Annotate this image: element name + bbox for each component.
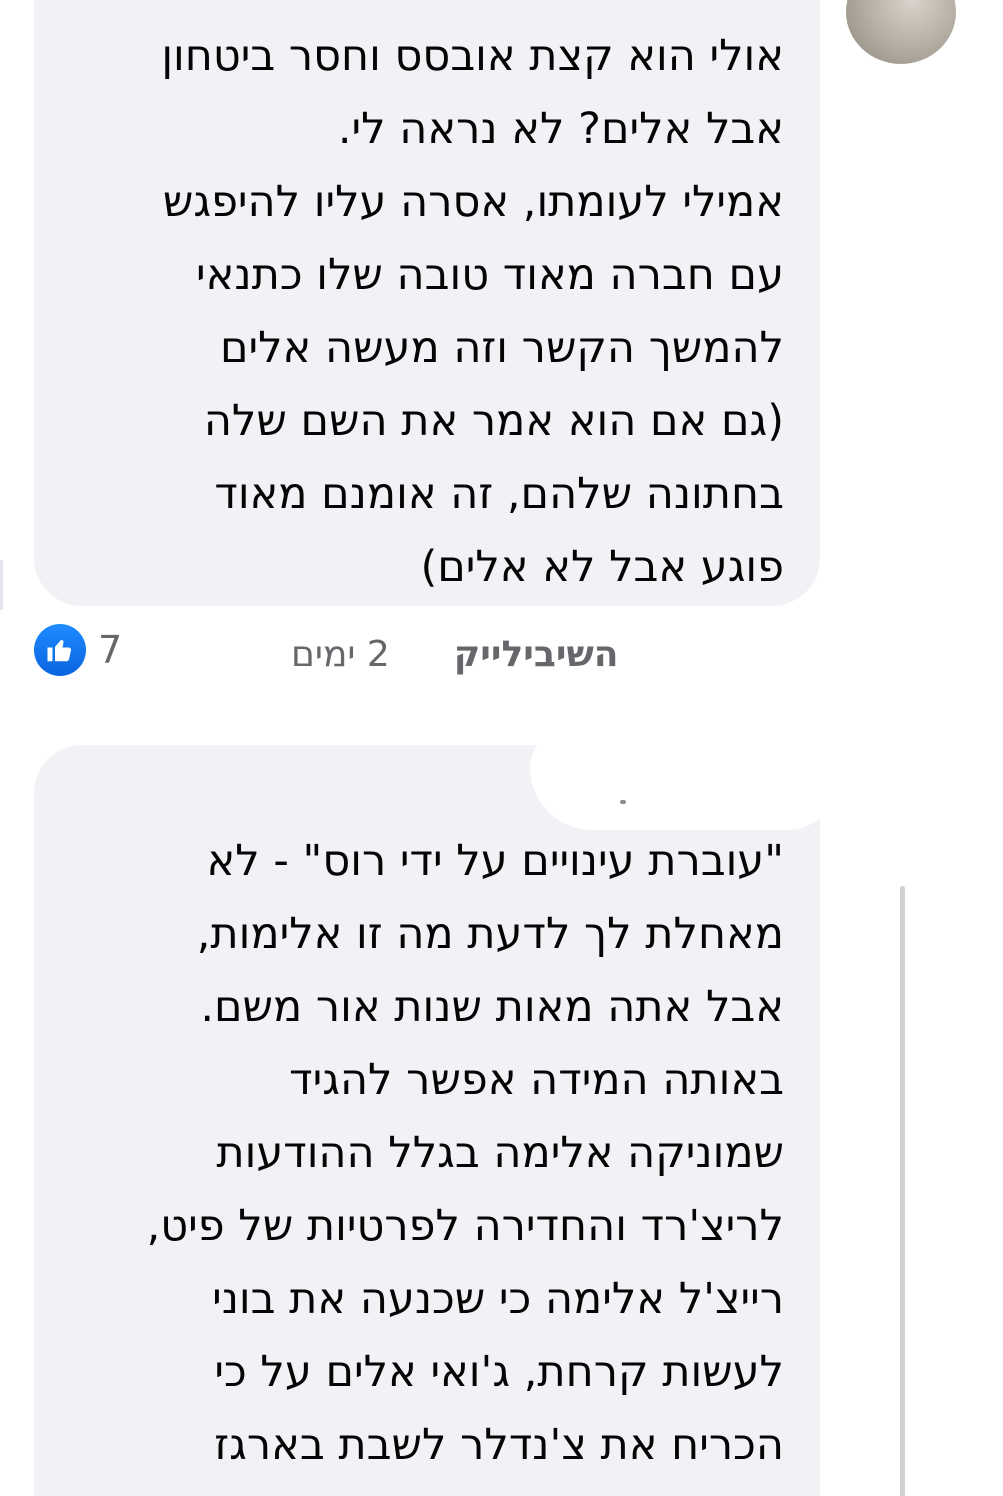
commenter-avatar[interactable]	[846, 0, 956, 64]
comment-bubble: אולי הוא קצת אובסס וחסר ביטחון אבל אלים?…	[34, 0, 820, 606]
thumbs-up-icon	[34, 624, 86, 676]
edge-divider	[0, 560, 3, 610]
reaction-count: 7	[98, 628, 123, 672]
reply-thread-line	[900, 886, 905, 1496]
comment-actions: 2 ימים לייק השיבי	[223, 622, 783, 686]
comment-text: אולי הוא קצת אובסס וחסר ביטחון אבל אלים?…	[161, 31, 784, 592]
redaction-speck	[620, 800, 626, 804]
reactions-summary[interactable]: 7	[34, 624, 122, 676]
comment-text: "עוברת עינויים על ידי רוס" - לא מאחלת לך…	[146, 836, 784, 1470]
comments-thread: אולי הוא קצת אובסס וחסר ביטחון אבל אלים?…	[0, 0, 1003, 1496]
reply-button[interactable]: השיבי	[523, 634, 618, 675]
redaction-mark	[530, 728, 840, 830]
like-button[interactable]: לייק	[454, 634, 524, 675]
comment-timestamp[interactable]: 2 ימים	[291, 634, 390, 675]
comment-bubble: "עוברת עינויים על ידי רוס" - לא מאחלת לך…	[34, 745, 820, 1496]
